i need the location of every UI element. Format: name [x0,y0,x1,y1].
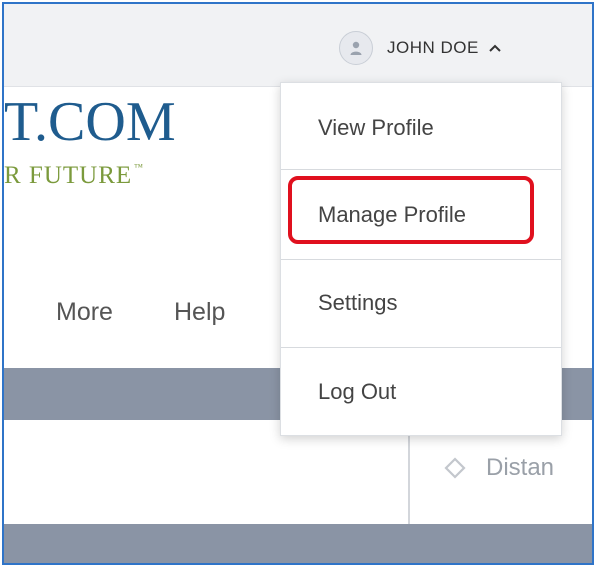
menu-item-label: Log Out [318,379,397,404]
nav-item-more[interactable]: More [56,298,113,327]
menu-item-label: Settings [318,290,398,315]
logo-tagline-text: R FUTURE [4,162,133,189]
footer-band [4,524,592,563]
diamond-icon [444,457,466,484]
top-bar: JOHN DOE [4,4,592,87]
menu-item-log-out[interactable]: Log Out [281,347,561,437]
highlight-box [288,176,534,244]
menu-item-settings[interactable]: Settings [281,258,561,348]
user-dropdown-menu: View Profile Manage Profile Settings Log… [280,82,562,436]
chevron-up-icon[interactable] [489,39,501,57]
nav-item-help[interactable]: Help [174,298,225,327]
screenshot-frame: JOHN DOE T.COM R FUTURE ™ More Help Dista… [2,2,594,565]
menu-item-view-profile[interactable]: View Profile [281,83,561,173]
menu-item-label: View Profile [318,115,434,140]
user-name[interactable]: JOHN DOE [387,38,479,58]
user-menu-toggle[interactable]: JOHN DOE [339,28,501,68]
site-logo-tagline: R FUTURE ™ [4,162,144,190]
user-icon[interactable] [339,31,373,65]
trademark-mark: ™ [134,162,144,172]
distance-label[interactable]: Distan [486,454,554,482]
site-logo-title: T.COM [4,91,176,153]
